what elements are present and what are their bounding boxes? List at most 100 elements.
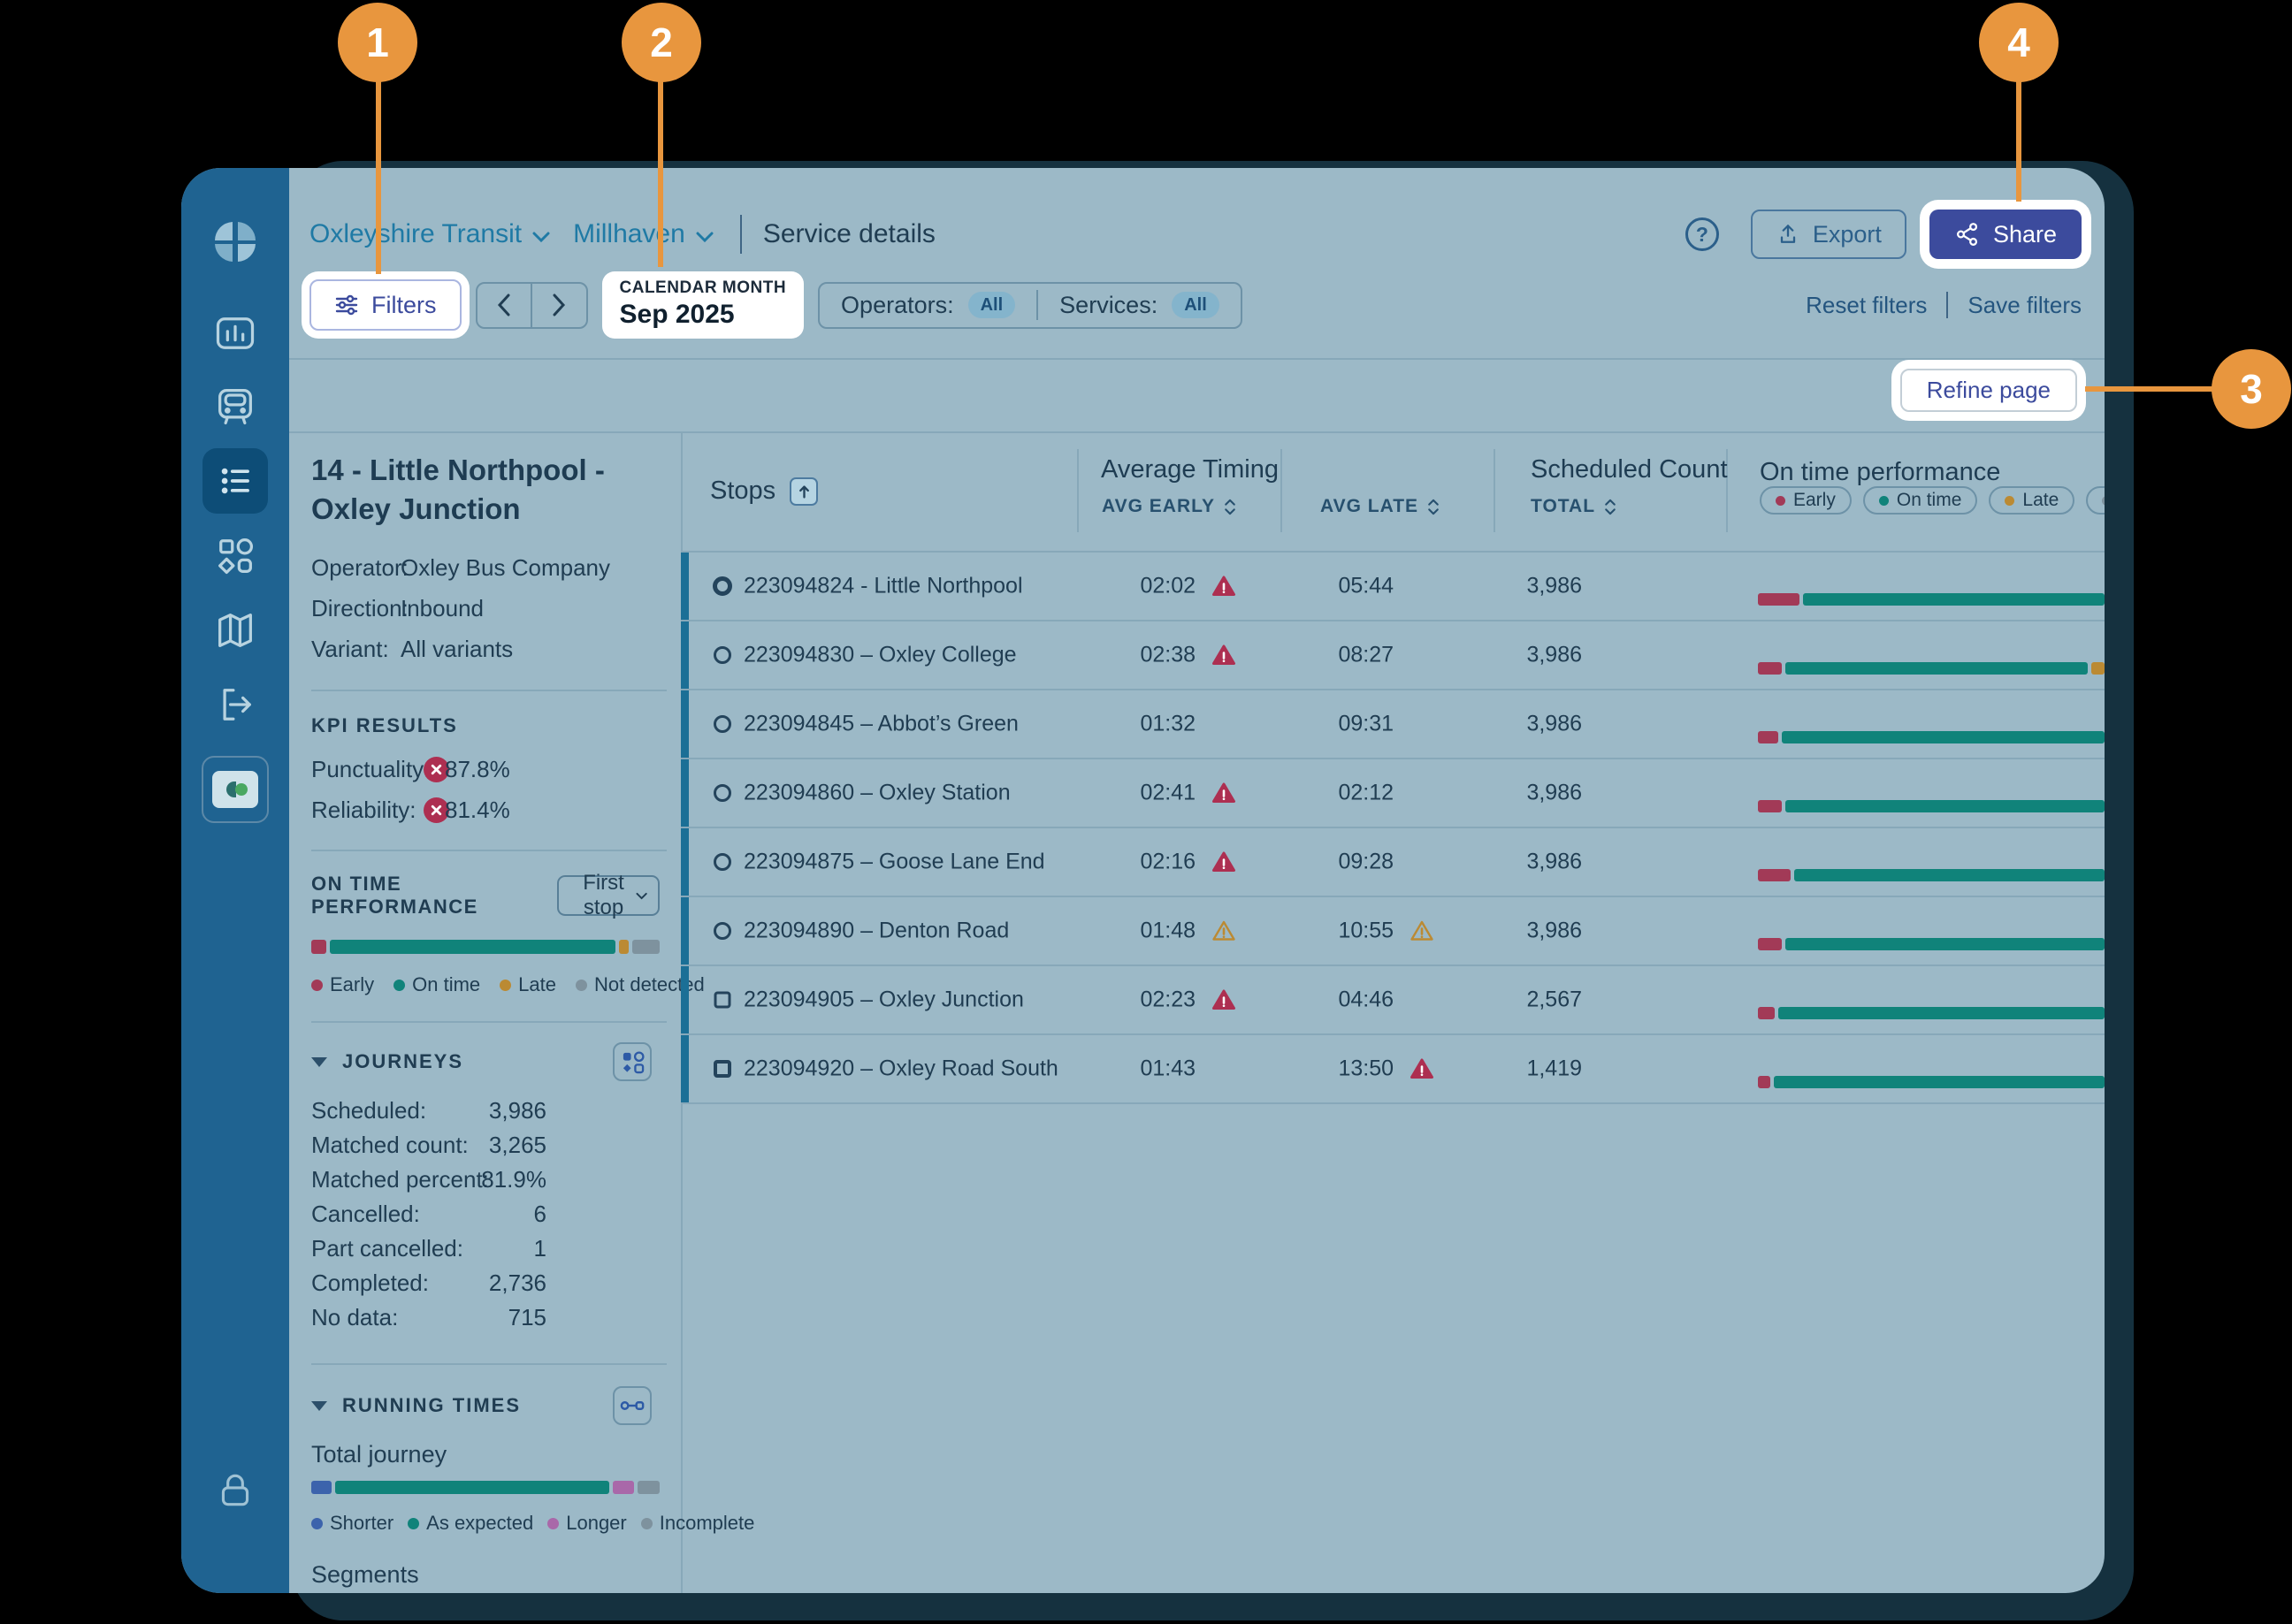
running-times-heading: RUNNING TIMES xyxy=(342,1394,521,1417)
callout-2: 2 xyxy=(622,3,701,82)
stop-marker-icon xyxy=(714,853,731,871)
journeys-stat-row: Cancelled:6 xyxy=(311,1201,660,1235)
lock-icon[interactable] xyxy=(213,1468,257,1513)
row-otp-segment-early xyxy=(1758,731,1778,743)
row-otp-segment-early xyxy=(1758,1007,1775,1019)
divider xyxy=(289,358,2105,360)
stop-marker-icon xyxy=(713,576,732,596)
stops-sort-button[interactable] xyxy=(790,477,818,506)
collapse-triangle-icon[interactable] xyxy=(311,1401,327,1411)
avg-late-column-header[interactable]: AVG LATE xyxy=(1320,496,1440,517)
scheduled-total-value: 3,986 xyxy=(1467,712,1582,737)
running-times-legend-label: As expected xyxy=(426,1512,533,1535)
avg-early-value: 01:43 xyxy=(1081,1056,1196,1082)
running-times-link-button[interactable] xyxy=(613,1386,652,1425)
table-row[interactable]: 223094830 – Oxley College02:3808:273,986 xyxy=(681,621,2105,690)
services-value-pill[interactable]: All xyxy=(1172,292,1219,318)
variant-value: All variants xyxy=(401,636,513,663)
stop-label: 223094890 – Denton Road xyxy=(744,919,1009,944)
map-icon[interactable] xyxy=(212,607,258,653)
share-button[interactable]: Share xyxy=(1929,210,2082,259)
operators-label: Operators: xyxy=(841,292,954,319)
reliability-label: Reliability: xyxy=(311,797,416,824)
running-times-legend-item-longer: Longer xyxy=(547,1512,627,1535)
journeys-stat-row: Completed:2,736 xyxy=(311,1269,660,1304)
next-month-button[interactable] xyxy=(532,284,586,327)
avg-late-value: 10:55 xyxy=(1279,919,1394,944)
calendar-month-selector[interactable]: CALENDAR MONTH Sep 2025 xyxy=(602,271,805,339)
save-filters-button[interactable]: Save filters xyxy=(1967,292,2082,319)
filters-button[interactable]: Filters xyxy=(309,279,462,331)
share-label: Share xyxy=(1993,221,2057,248)
app-window: Oxleyshire Transit Millhaven Service det… xyxy=(181,168,2105,1593)
divider xyxy=(740,215,742,254)
row-otp-segment-on_time xyxy=(1785,662,2088,675)
scheduled-count-group-header: Scheduled Count xyxy=(1531,455,1728,484)
otp-bar-segment-on_time xyxy=(330,940,615,954)
stat-label: No data: xyxy=(311,1304,398,1330)
breadcrumb-organisation[interactable]: Oxleyshire Transit xyxy=(309,219,522,249)
breadcrumb-region[interactable]: Millhaven xyxy=(573,219,685,249)
filters-icon xyxy=(334,293,359,317)
avg-early-warning xyxy=(1211,851,1236,873)
avg-late-warning xyxy=(1410,920,1434,942)
refine-page-button[interactable]: Refine page xyxy=(1900,369,2077,412)
sidebar-item-services-active[interactable] xyxy=(202,448,268,514)
stat-value: 1 xyxy=(440,1235,546,1262)
avg-late-value: 08:27 xyxy=(1279,643,1394,668)
partner-app-button[interactable] xyxy=(202,756,269,823)
avg-early-value: 01:48 xyxy=(1081,919,1196,944)
running-times-legend-item-shorter: Shorter xyxy=(311,1512,393,1535)
operators-value-pill[interactable]: All xyxy=(968,292,1016,318)
filter-chip-not_detected[interactable]: Not detected xyxy=(2086,486,2105,515)
filter-chip-early[interactable]: Early xyxy=(1760,486,1852,515)
bus-icon[interactable] xyxy=(212,384,258,430)
row-otp-segment-early xyxy=(1758,869,1791,881)
help-icon[interactable]: ? xyxy=(1685,217,1719,251)
table-row[interactable]: 223094875 – Goose Lane End02:1609:283,98… xyxy=(681,828,2105,897)
otp-heading: ON TIME PERFORMANCE xyxy=(311,873,557,919)
total-column-header[interactable]: TOTAL xyxy=(1531,496,1616,517)
row-otp-bar xyxy=(1758,593,2105,606)
legend-dot-icon xyxy=(500,980,511,991)
bar-chart-icon[interactable] xyxy=(212,310,258,356)
stat-label: Cancelled: xyxy=(311,1201,420,1227)
total-journey-bar-segment-incomplete xyxy=(638,1481,660,1494)
table-row[interactable]: 223094905 – Oxley Junction02:2304:462,56… xyxy=(681,966,2105,1035)
scheduled-total-value: 3,986 xyxy=(1467,643,1582,668)
stop-label: 223094920 – Oxley Road South xyxy=(744,1056,1058,1082)
stop-label: 223094824 - Little Northpool xyxy=(744,574,1023,599)
shapes-icon[interactable] xyxy=(212,532,258,578)
previous-month-button[interactable] xyxy=(478,284,533,327)
table-row[interactable]: 223094860 – Oxley Station02:4102:123,986 xyxy=(681,759,2105,828)
arrow-up-icon xyxy=(798,484,811,499)
avg-early-column-header[interactable]: AVG EARLY xyxy=(1102,496,1236,517)
row-otp-segment-late xyxy=(2091,662,2105,675)
filter-chip-late[interactable]: Late xyxy=(1989,486,2074,515)
row-otp-bar xyxy=(1758,1076,2105,1088)
otp-legend-item-early: Early xyxy=(311,973,374,996)
table-row[interactable]: 223094890 – Denton Road01:4810:553,986 xyxy=(681,897,2105,966)
table-row[interactable]: 223094845 – Abbot’s Green01:3209:313,986 xyxy=(681,690,2105,759)
legend-dot-icon xyxy=(547,1518,559,1529)
warning-icon-red xyxy=(1211,989,1236,1011)
otp-stop-selector[interactable]: First stop xyxy=(557,875,660,916)
app-logo-icon xyxy=(207,213,264,270)
divider xyxy=(1946,292,1948,318)
journeys-matrix-button[interactable] xyxy=(613,1042,652,1081)
scheduled-total-value: 3,986 xyxy=(1467,781,1582,806)
filter-chip-on_time[interactable]: On time xyxy=(1863,486,1978,515)
table-row[interactable]: 223094824 - Little Northpool02:0205:443,… xyxy=(681,553,2105,621)
table-row[interactable]: 223094920 – Oxley Road South01:4313:501,… xyxy=(681,1035,2105,1104)
logout-icon[interactable] xyxy=(212,682,258,728)
stops-table: Stops Average Timing AVG EARLY AVG LATE xyxy=(681,431,2105,1593)
partner-app-logo-icon xyxy=(212,771,258,808)
avg-early-value: 02:23 xyxy=(1081,987,1196,1013)
reset-filters-button[interactable]: Reset filters xyxy=(1806,292,1927,319)
stop-marker-icon xyxy=(714,1060,731,1078)
variant-row: Variant: All variants xyxy=(311,636,660,665)
export-button[interactable]: Export xyxy=(1751,210,1906,259)
calendar-month-label: CALENDAR MONTH xyxy=(620,278,787,298)
collapse-triangle-icon[interactable] xyxy=(311,1057,327,1067)
page-title: Service details xyxy=(763,219,936,249)
